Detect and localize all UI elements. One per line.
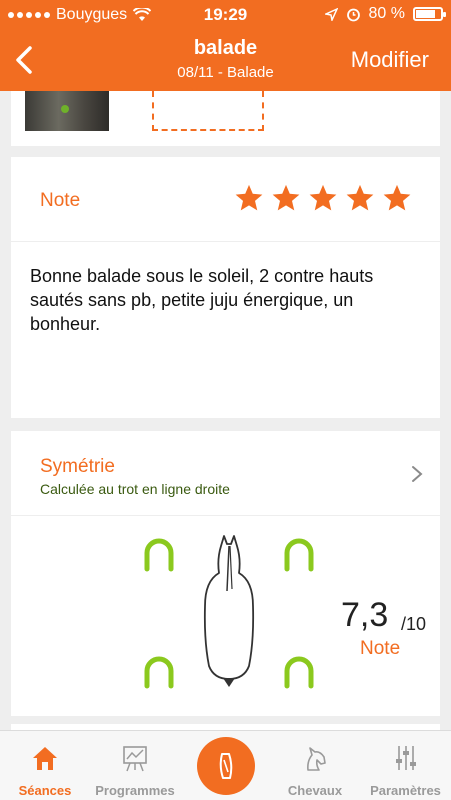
chart-board-icon: [123, 746, 147, 772]
tab-seances[interactable]: Séances: [0, 731, 90, 800]
horse-head-icon: [307, 747, 326, 771]
status-right: 80 %: [324, 5, 446, 23]
navigation-bar: balade 08/11 - Balade Modifier: [0, 30, 451, 91]
symmetry-score-max: /10: [401, 614, 427, 634]
top-bar: Bouygues 19:29 80 % balade 08/11 - Balad…: [0, 0, 451, 91]
photo-card: [11, 91, 440, 146]
horse-top-view-icon: [203, 535, 255, 687]
horseshoe-hind-left-icon: [144, 656, 174, 689]
star-icon[interactable]: [345, 183, 375, 213]
note-card: Note Bonne balade sous le soleil, 2 cont…: [11, 157, 440, 418]
tab-programmes[interactable]: Programmes: [90, 731, 180, 800]
symmetry-score: 7,3: [341, 596, 389, 634]
symmetry-title: Symétrie: [40, 456, 115, 477]
battery-percent: 80 %: [368, 5, 405, 22]
chevron-right-icon[interactable]: [410, 464, 424, 484]
alarm-icon: [346, 8, 360, 21]
star-icon[interactable]: [234, 183, 264, 213]
tab-label: Séances: [18, 783, 72, 798]
note-label: Note: [40, 190, 81, 211]
star-icon[interactable]: [271, 183, 301, 213]
record-session-icon: [219, 753, 233, 779]
tab-parametres[interactable]: Paramètres: [360, 731, 451, 800]
symmetry-score-label: Note: [360, 638, 401, 659]
divider: [11, 515, 440, 516]
horseshoe-front-right-icon: [284, 538, 314, 572]
add-photo-placeholder[interactable]: [152, 91, 264, 131]
edit-button[interactable]: Modifier: [351, 47, 429, 73]
status-bar: Bouygues 19:29 80 %: [0, 0, 451, 30]
horseshoe-hind-right-icon: [284, 656, 314, 689]
star-icon[interactable]: [308, 183, 338, 213]
tab-chevaux[interactable]: Chevaux: [270, 731, 360, 800]
tab-label: Programmes: [95, 783, 175, 798]
home-icon: [33, 747, 57, 770]
symmetry-subtitle: Calculée au trot en ligne droite: [40, 481, 230, 497]
location-icon: [324, 7, 338, 21]
session-photo[interactable]: [25, 91, 109, 131]
horseshoe-front-left-icon: [144, 538, 174, 572]
tab-label: Paramètres: [370, 783, 441, 798]
symmetry-card[interactable]: Symétrie Calculée au trot en ligne droit…: [11, 431, 440, 716]
session-comment: Bonne balade sous le soleil, 2 contre ha…: [30, 266, 374, 334]
divider: [11, 241, 440, 242]
tab-label: Chevaux: [287, 783, 343, 798]
sliders-icon: [395, 746, 416, 770]
star-icon[interactable]: [382, 183, 412, 213]
record-session-button[interactable]: [197, 737, 255, 795]
star-rating[interactable]: [234, 183, 412, 213]
horse-symmetry-diagram: [144, 535, 314, 689]
battery-icon: [413, 7, 446, 21]
